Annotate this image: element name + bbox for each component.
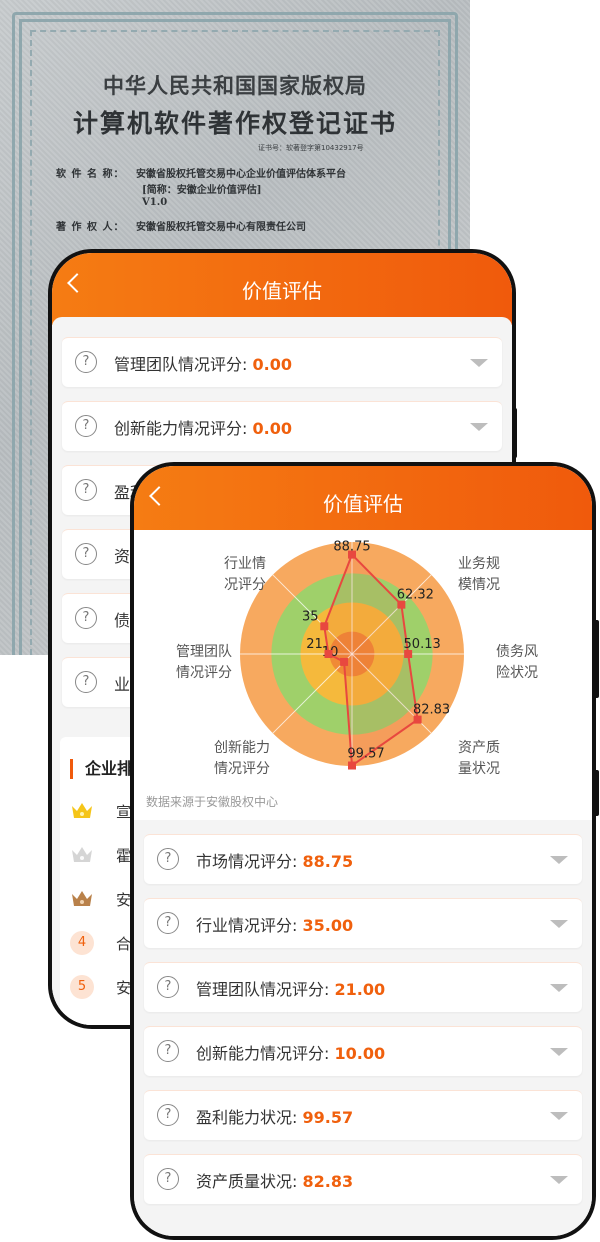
score-card[interactable]: ? 行业情况评分: 35.00	[144, 898, 582, 948]
score-label: 创新能力情况评分: 0.00	[114, 419, 292, 438]
score-value: 99.57	[302, 1108, 354, 1127]
chevron-down-icon[interactable]	[550, 856, 568, 864]
chevron-down-icon[interactable]	[550, 920, 568, 928]
score-card[interactable]: ? 市场情况评分: 88.75	[144, 834, 582, 884]
score-value: 21.00	[334, 980, 386, 999]
score-card[interactable]: ? 管理团队情况评分: 21.00	[144, 962, 582, 1012]
certificate-number: 证书号：软著登字第10432917号	[258, 144, 364, 152]
score-value: 82.83	[302, 1172, 354, 1191]
owner-name: 安徽省股权托管交易中心有限责任公司	[136, 222, 306, 233]
bronze-crown-icon	[72, 891, 92, 906]
certificate-authority: 中华人民共和国国家版权局	[103, 73, 367, 98]
radar-value-label: 50.13	[404, 637, 441, 652]
score-card[interactable]: ? 创新能力情况评分: 0.00	[62, 401, 502, 451]
certificate-owner-row: 著 作 权 人： 安徽省股权托管交易中心有限责任公司	[56, 218, 306, 233]
radar-axis-label: 业务规 模情况	[458, 556, 500, 593]
score-label: 创新能力情况评分: 10.00	[196, 1044, 386, 1063]
score-card[interactable]: ? 管理团队情况评分: 0.00	[62, 337, 502, 387]
chevron-down-icon[interactable]	[470, 359, 488, 367]
radar-value-label: 99.57	[347, 747, 384, 762]
help-icon[interactable]: ?	[157, 912, 179, 934]
score-value: 0.00	[252, 419, 292, 438]
radar-value-label: 82.83	[413, 703, 450, 718]
radar-value-label: 88.75	[333, 540, 370, 555]
owner-label: 著 作 权 人：	[56, 222, 125, 233]
gold-crown-icon	[72, 803, 92, 818]
help-icon[interactable]: ?	[157, 1168, 179, 1190]
content-area: 88.7562.3250.1382.8399.57102135 数据来源于安徽股…	[134, 530, 592, 1236]
data-source-note: 数据来源于安徽股权中心	[146, 795, 279, 809]
help-icon[interactable]: ?	[157, 1104, 179, 1126]
score-label: 管理团队情况评分: 21.00	[196, 980, 386, 999]
score-card[interactable]: ? 盈利能力状况: 99.57	[144, 1090, 582, 1140]
certificate-title: 计算机软件著作权登记证书	[72, 109, 397, 138]
radar-axis-label: 管理团队 情况评分	[176, 644, 232, 681]
help-icon[interactable]: ?	[75, 671, 97, 693]
score-label: 资	[114, 547, 131, 566]
radar-axis-label: 资产质 量状况	[458, 740, 500, 777]
header-title: 价值评估	[242, 279, 322, 303]
score-card[interactable]: ? 创新能力情况评分: 10.00	[144, 1026, 582, 1076]
chevron-down-icon[interactable]	[550, 1112, 568, 1120]
chevron-down-icon[interactable]	[550, 984, 568, 992]
help-icon[interactable]: ?	[157, 848, 179, 870]
radar-value-label: 35	[302, 609, 319, 624]
silver-crown-icon	[72, 847, 92, 862]
score-label: 管理团队情况评分: 0.00	[114, 355, 292, 374]
help-icon[interactable]: ?	[75, 607, 97, 629]
score-label: 业	[114, 675, 131, 694]
header-title: 价值评估	[323, 492, 403, 516]
help-icon[interactable]: ?	[75, 415, 97, 437]
score-label: 资产质量状况: 82.83	[196, 1172, 354, 1191]
help-icon[interactable]: ?	[75, 479, 97, 501]
app-header: 价值评估	[52, 253, 512, 325]
help-icon[interactable]: ?	[157, 1040, 179, 1062]
software-short-name: [简称：安徽企业价值评估]	[142, 185, 262, 196]
score-value: 0.00	[252, 355, 292, 374]
certificate-software-row: 软 件 名 称： 安徽省股权托管交易中心企业价值评估体系平台	[56, 165, 346, 180]
radar-axis-label: 创新能力 情况评分	[214, 740, 270, 777]
score-value: 88.75	[302, 852, 354, 871]
help-icon[interactable]: ?	[75, 351, 97, 373]
software-name: 安徽省股权托管交易中心企业价值评估体系平台	[136, 169, 346, 180]
radar-data-point	[348, 761, 356, 770]
radar-axis-label: 行业情 况评分	[224, 556, 266, 593]
score-value: 35.00	[302, 916, 354, 935]
rank-number-badge: 4	[70, 931, 94, 955]
radar-data-point	[324, 650, 333, 658]
ranking-title: 企业排	[70, 759, 133, 779]
score-label: 债	[114, 611, 131, 630]
chevron-down-icon[interactable]	[470, 423, 488, 431]
help-icon[interactable]: ?	[157, 976, 179, 998]
radar-value-label: 21	[306, 637, 323, 652]
score-label: 行业情况评分: 35.00	[196, 916, 354, 935]
app-header: 价值评估	[134, 466, 592, 538]
chevron-down-icon[interactable]	[550, 1176, 568, 1184]
radar-axis-label: 债务风 险状况	[496, 644, 538, 681]
help-icon[interactable]: ?	[75, 543, 97, 565]
phone-front: 价值评估 88.7562.3250.1382.8399.57102135 数据来…	[130, 462, 596, 1240]
score-label: 盈利能力状况: 99.57	[196, 1108, 354, 1127]
score-label: 市场情况评分: 88.75	[196, 852, 354, 871]
chevron-down-icon[interactable]	[550, 1048, 568, 1056]
rank-number-badge: 5	[70, 975, 94, 999]
software-name-label: 软 件 名 称：	[56, 169, 125, 180]
radar-data-point	[320, 622, 329, 631]
radar-value-label: 62.32	[397, 588, 434, 603]
software-version: V1.0	[142, 197, 168, 208]
radar-chart-panel: 88.7562.3250.1382.8399.57102135 数据来源于安徽股…	[134, 530, 592, 820]
radar-data-point	[340, 657, 349, 666]
score-value: 10.00	[334, 1044, 386, 1063]
score-card[interactable]: ? 资产质量状况: 82.83	[144, 1154, 582, 1204]
